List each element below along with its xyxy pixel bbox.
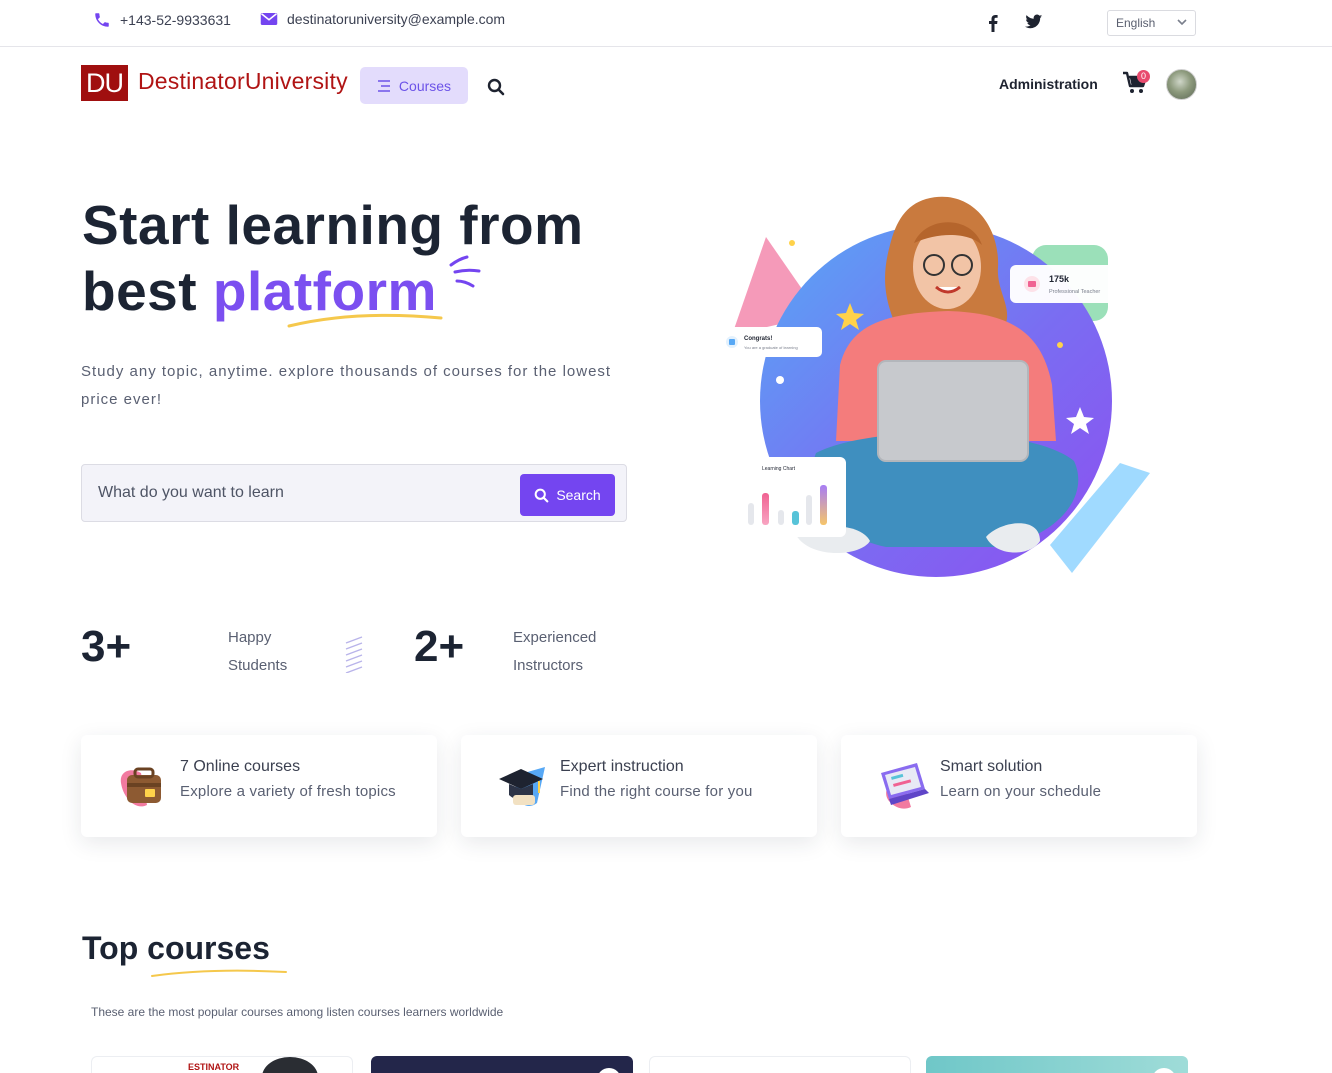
cart-count-badge: 0: [1137, 70, 1150, 83]
search-icon: [534, 488, 549, 502]
user-avatar[interactable]: [1166, 69, 1197, 100]
stat-instructors-value: 2+: [414, 622, 465, 671]
sparkle-decoration: [445, 255, 483, 296]
course-search-input[interactable]: [98, 484, 498, 502]
administration-link[interactable]: Administration: [999, 76, 1098, 92]
courses-menu-button[interactable]: Courses: [360, 67, 468, 104]
course-card-thumbnail[interactable]: [649, 1056, 911, 1073]
phone-icon: [95, 13, 109, 27]
logo-mark[interactable]: DU: [81, 65, 128, 101]
course-thumb-dot: [597, 1068, 621, 1073]
search-button[interactable]: Search: [520, 474, 615, 516]
menu-lines-icon: [377, 79, 390, 92]
stat-instructors-label-line2: Instructors: [513, 657, 584, 674]
feature-title: 7 Online courses: [180, 758, 301, 775]
hero-underline-decoration: [285, 310, 445, 335]
email-address: destinatoruniversity@example.com: [287, 11, 506, 27]
top-bar: +143-52-9933631 destinatoruniversity@exa…: [0, 0, 1332, 47]
email-contact[interactable]: destinatoruniversity@example.com: [260, 11, 505, 27]
feature-description: Explore a variety of fresh topics: [180, 783, 396, 800]
course-search-box: Search: [81, 464, 627, 522]
stat-students-label: Happy Students: [228, 624, 287, 680]
hero-title-line1: Start learning from: [82, 194, 584, 256]
stats-divider-decoration: [344, 635, 366, 678]
stat-instructors-label: Experienced Instructors: [513, 624, 596, 680]
badge-teachers-label: Professional Teacher: [1049, 289, 1100, 295]
feature-title: Smart solution: [940, 758, 1043, 775]
course-card-thumbnail[interactable]: [371, 1056, 633, 1073]
facebook-icon[interactable]: [985, 14, 1001, 32]
mail-icon: [260, 13, 278, 25]
course-thumb-person: [262, 1057, 318, 1073]
courses-label: Courses: [398, 77, 452, 94]
stat-students-label-line2: Students: [228, 657, 288, 674]
top-courses-underline-decoration: [150, 966, 290, 985]
social-links: [985, 14, 1043, 32]
language-select[interactable]: English: [1107, 10, 1196, 36]
feature-description: Learn on your schedule: [940, 783, 1102, 800]
phone-contact[interactable]: +143-52-9933631: [93, 11, 231, 29]
stat-instructors-label-line1: Experienced: [513, 629, 597, 646]
badge-congrats-sub: You are a graduate of learning: [744, 345, 798, 350]
hero-title-plain: best: [82, 260, 198, 322]
course-card-thumbnail[interactable]: ESTINATOR: [91, 1056, 353, 1073]
logo-name[interactable]: DestinatorUniversity: [138, 68, 348, 95]
language-value: English: [1116, 16, 1156, 30]
search-icon[interactable]: [487, 78, 505, 101]
course-thumb-dot: [1152, 1068, 1176, 1073]
page: +143-52-9933631 destinatoruniversity@exa…: [0, 0, 1332, 1073]
chevron-down-icon: [1177, 14, 1187, 33]
badge-congrats-title: Congrats!: [744, 336, 772, 342]
phone-number: +143-52-9933631: [120, 12, 231, 28]
twitter-icon[interactable]: [1025, 14, 1043, 30]
hero-subtitle: Study any topic, anytime. explore thousa…: [81, 363, 612, 408]
badge-teachers-count: 175k: [1049, 274, 1070, 284]
hero-title: Start learning from best platform: [82, 192, 584, 324]
graduation-cap-icon: [497, 759, 551, 813]
bag-icon: [117, 759, 171, 813]
feature-card-online-courses: 7 Online courses Explore a variety of fr…: [81, 735, 437, 837]
top-courses-title: Top courses: [82, 930, 270, 966]
learning-chart-title: Learning Chart: [762, 466, 796, 472]
course-thumb-brand: ESTINATOR: [188, 1062, 240, 1072]
hero-illustration: 175k Professional Teacher Congrats! You …: [700, 185, 1160, 585]
feature-description: Find the right course for you: [560, 783, 753, 800]
course-card-thumbnail[interactable]: [926, 1056, 1188, 1073]
stat-students-label-line1: Happy: [228, 629, 272, 646]
feature-card-expert-instruction: Expert instruction Find the right course…: [461, 735, 817, 837]
laptop-icon: [877, 759, 931, 813]
feature-title: Expert instruction: [560, 758, 684, 775]
feature-card-smart-solution: Smart solution Learn on your schedule: [841, 735, 1197, 837]
top-courses-subtitle: These are the most popular courses among…: [91, 1005, 504, 1019]
search-button-label: Search: [556, 487, 601, 503]
stat-students-value: 3+: [81, 622, 132, 671]
